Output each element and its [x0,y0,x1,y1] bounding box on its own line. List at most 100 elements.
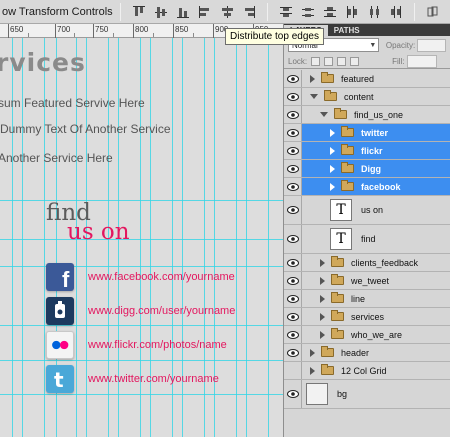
expand-triangle-icon[interactable] [320,258,325,267]
guide-line[interactable] [268,38,269,437]
visibility-eye-icon[interactable] [284,308,302,325]
layer-row-us-on[interactable]: Tus on [284,196,450,225]
expand-triangle-icon[interactable] [330,164,335,173]
flickr-url[interactable]: www.flickr.com/photos/name [88,339,227,351]
layer-row-digg[interactable]: Digg [284,160,450,178]
digg-url[interactable]: www.digg.com/user/yourname [88,305,235,317]
service-item-text: sum Featured Servive Here [0,96,145,110]
align-bottom-edges-icon[interactable] [174,3,192,21]
layer-row-content[interactable]: content [284,88,450,106]
visibility-eye-icon[interactable] [284,142,302,159]
layer-row-12-col-grid[interactable]: 12 Col Grid [284,362,450,380]
layer-content: Digg [304,160,450,177]
service-item-text: Another Service Here [0,151,113,165]
visibility-eye-icon[interactable] [284,225,302,253]
visibility-eye-icon[interactable] [284,326,302,343]
ruler-label: 650 [10,25,24,34]
layer-row-find[interactable]: Tfind [284,225,450,254]
chevron-down-icon: ▼ [369,41,377,49]
visibility-eye-icon[interactable] [284,106,302,123]
layer-row-find-us-one[interactable]: find_us_one [284,106,450,124]
lock-label: Lock: [288,56,308,66]
distribute-vertical-centers-icon[interactable] [299,3,317,21]
layer-row-twitter[interactable]: twitter [284,124,450,142]
expand-triangle-icon[interactable] [320,276,325,285]
distribute-left-edges-icon[interactable] [343,3,361,21]
expand-triangle-icon[interactable] [310,366,315,375]
layers-panel: LAYERS PATHS Normal ▼ Opacity: Lock: Fil… [283,24,450,437]
visibility-eye-icon[interactable] [284,380,302,408]
expand-triangle-icon[interactable] [310,74,315,83]
lock-image-icon[interactable] [324,56,334,66]
layer-name: twitter [361,127,388,138]
guide-line[interactable] [236,38,237,437]
visibility-eye-icon[interactable] [284,70,302,87]
layer-content: line [304,290,450,307]
guide-line[interactable] [0,394,283,395]
layer-row-flickr[interactable]: flickr [284,142,450,160]
visibility-eye-icon[interactable] [284,88,302,105]
layer-content: header [304,344,450,361]
visibility-eye-icon[interactable] [284,290,302,307]
folder-icon [331,256,344,267]
visibility-eye-icon[interactable] [284,124,302,141]
facebook-url[interactable]: www.facebook.com/yourname [88,271,235,283]
layer-name: facebook [361,181,401,192]
layer-row-bg[interactable]: bg [284,380,450,409]
lock-position-icon[interactable] [337,56,347,66]
visibility-eye-icon[interactable] [284,362,302,379]
fill-field[interactable] [406,54,437,68]
ruler-label: 850 [175,25,189,34]
expand-triangle-open-icon[interactable] [310,94,318,99]
layer-row-facebook[interactable]: facebook [284,178,450,196]
document-canvas[interactable]: 650 700 750 800 850 900 950 [0,24,283,437]
distribute-top-edges-icon[interactable] [277,3,295,21]
align-right-edges-icon[interactable] [240,3,258,21]
visibility-eye-icon[interactable] [284,254,302,271]
folder-icon [341,126,354,137]
layer-name: we_tweet [351,275,390,286]
layers-list: featured content find_us_onetwitter flickr D… [284,70,450,409]
guide-line[interactable] [0,360,283,361]
visibility-eye-icon[interactable] [284,160,302,177]
tab-paths[interactable]: PATHS [328,25,366,36]
layer-row-we-tweet[interactable]: we_tweet [284,272,450,290]
guide-line[interactable] [246,38,247,437]
visibility-eye-icon[interactable] [284,178,302,195]
twitter-url[interactable]: www.twitter.com/yourname [88,373,219,385]
social-row-facebook: f www.facebook.com/yourname [46,262,235,292]
visibility-eye-icon[interactable] [284,196,302,224]
guide-line[interactable] [0,239,283,240]
layer-row-header[interactable]: header [284,344,450,362]
visibility-eye-icon[interactable] [284,344,302,361]
folder-icon [321,364,334,375]
opacity-field[interactable] [417,38,446,52]
lock-all-icon[interactable] [350,56,360,66]
layer-row-line[interactable]: line [284,290,450,308]
expand-triangle-icon[interactable] [330,128,335,137]
expand-triangle-icon[interactable] [320,294,325,303]
show-transform-controls-label[interactable]: ow Transform Controls [2,6,113,18]
expand-triangle-icon[interactable] [330,182,335,191]
expand-triangle-open-icon[interactable] [320,112,328,117]
layer-row-clients-feedback[interactable]: clients_feedback [284,254,450,272]
expand-triangle-icon[interactable] [320,330,325,339]
align-horizontal-centers-icon[interactable] [218,3,236,21]
visibility-eye-icon[interactable] [284,272,302,289]
lock-transparent-icon[interactable] [311,56,321,66]
expand-triangle-icon[interactable] [310,348,315,357]
expand-triangle-icon[interactable] [330,146,335,155]
align-top-edges-icon[interactable] [130,3,148,21]
guide-line[interactable] [0,200,283,201]
layer-row-services[interactable]: services [284,308,450,326]
layer-row-who-we-are[interactable]: who_we_are [284,326,450,344]
distribute-horizontal-centers-icon[interactable] [365,3,383,21]
auto-align-layers-icon[interactable] [424,3,442,21]
layer-row-featured[interactable]: featured [284,70,450,88]
align-vertical-centers-icon[interactable] [152,3,170,21]
distribute-right-edges-icon[interactable] [387,3,405,21]
distribute-bottom-edges-icon[interactable] [321,3,339,21]
social-row-twitter: t www.twitter.com/yourname [46,364,219,394]
expand-triangle-icon[interactable] [320,312,325,321]
align-left-edges-icon[interactable] [196,3,214,21]
